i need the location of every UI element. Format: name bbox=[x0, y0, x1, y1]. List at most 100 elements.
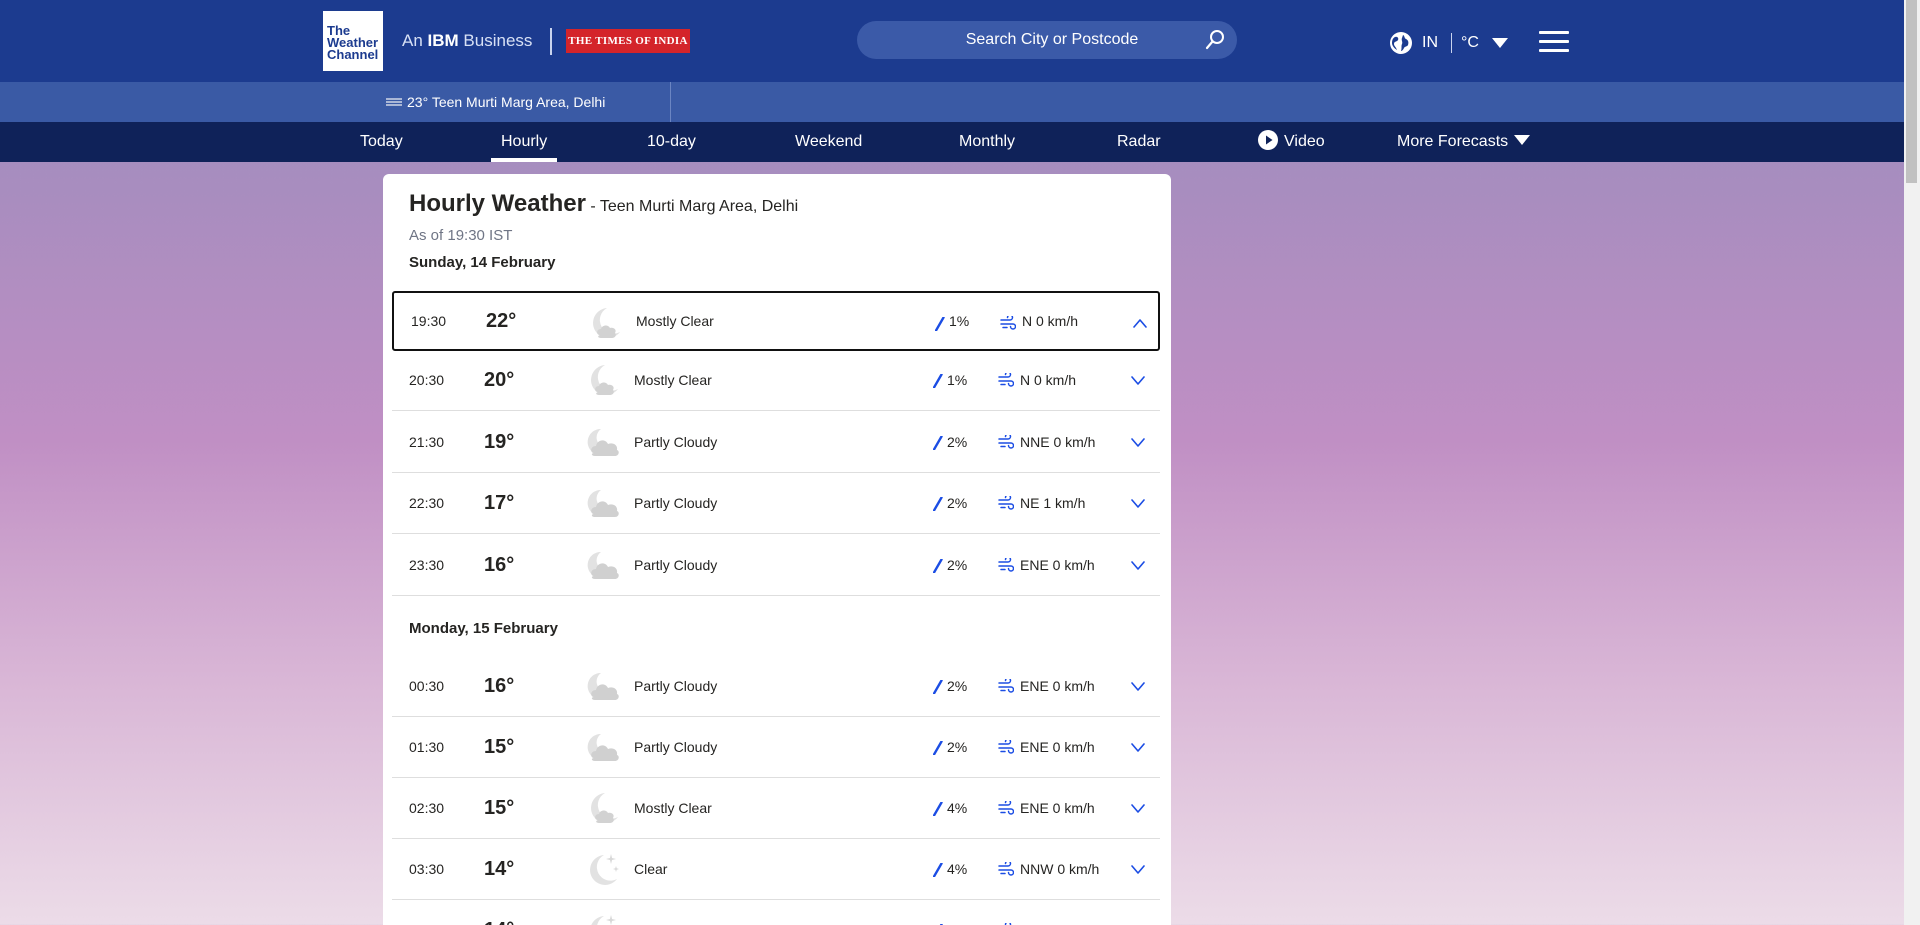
partly-cloudy-night-icon bbox=[587, 489, 619, 517]
raindrop-icon bbox=[933, 497, 943, 511]
mostly-clear-night-icon bbox=[593, 308, 620, 338]
scrollbar-thumb[interactable] bbox=[1906, 0, 1917, 183]
page-heading: Hourly Weather bbox=[409, 190, 586, 217]
hourly-row[interactable]: 03:30 14° Clear 4% NNW 0 km/h bbox=[392, 839, 1160, 900]
temperature-unit[interactable]: °C bbox=[1461, 34, 1479, 52]
row-condition: Mostly Clear bbox=[634, 372, 712, 388]
wind-icon bbox=[1000, 316, 1016, 330]
wind-icon bbox=[998, 801, 1014, 815]
row-temperature: 16° bbox=[484, 675, 515, 697]
wind-icon bbox=[998, 679, 1014, 693]
row-temperature: 19° bbox=[484, 431, 515, 453]
row-precipitation: 1% bbox=[947, 372, 968, 388]
wind-icon bbox=[998, 435, 1014, 449]
hourly-row[interactable]: 21:30 19° Partly Cloudy 2% NNE 0 km/h bbox=[392, 412, 1160, 473]
hourly-forecast-card: Hourly Weather - Teen Murti Marg Area, D… bbox=[383, 174, 1171, 925]
weather-channel-logo[interactable]: The Weather Channel bbox=[323, 11, 383, 71]
wind-icon bbox=[998, 496, 1014, 510]
row-precipitation: 4% bbox=[947, 861, 968, 877]
partly-cloudy-night-icon bbox=[587, 551, 619, 579]
wind-icon bbox=[998, 740, 1014, 754]
wind-icon bbox=[998, 558, 1014, 572]
nav-video-label: Video bbox=[1284, 133, 1325, 150]
partly-cloudy-night-icon bbox=[587, 733, 619, 761]
nav-radar[interactable]: Radar bbox=[1117, 122, 1161, 162]
hourly-row[interactable]: 22:30 17° Partly Cloudy 2% NE 1 km/h bbox=[392, 473, 1160, 534]
nav-today[interactable]: Today bbox=[360, 122, 403, 162]
row-condition: Clear bbox=[634, 861, 668, 877]
chevron-down-icon[interactable] bbox=[1130, 863, 1146, 875]
nav-monthly[interactable]: Monthly bbox=[959, 122, 1015, 162]
hourly-row[interactable]: 23:30 16° Partly Cloudy 2% ENE 0 km/h bbox=[392, 535, 1160, 596]
row-temperature: 15° bbox=[484, 797, 515, 819]
nav-10-day[interactable]: 10-day bbox=[647, 122, 696, 162]
chevron-down-icon[interactable] bbox=[1130, 802, 1146, 814]
row-time: 02:30 bbox=[409, 800, 445, 816]
chevron-down-icon[interactable] bbox=[1130, 680, 1146, 692]
raindrop-icon bbox=[933, 741, 943, 755]
globe-icon[interactable] bbox=[1389, 31, 1413, 55]
raindrop-icon bbox=[933, 863, 943, 877]
row-wind: ENE 0 km/h bbox=[1020, 800, 1095, 816]
row-time: 03:30 bbox=[409, 861, 445, 877]
times-of-india-logo[interactable]: THE TIMES OF INDIA bbox=[566, 29, 690, 53]
row-temperature: 16° bbox=[484, 554, 515, 576]
mostly-clear-night-icon bbox=[591, 365, 618, 395]
chevron-down-icon[interactable] bbox=[1130, 436, 1146, 448]
row-precipitation: 2% bbox=[947, 678, 968, 694]
chevron-down-icon[interactable] bbox=[1130, 497, 1146, 509]
hourly-row[interactable]: 02:30 15° Mostly Clear 4% ENE 0 km/h bbox=[392, 778, 1160, 839]
row-precipitation: 2% bbox=[947, 495, 968, 511]
hourly-row[interactable]: 01:30 15° Partly Cloudy 2% ENE 0 km/h bbox=[392, 717, 1160, 778]
recent-location-item[interactable]: 23° Teen Murti Marg Area, Delhi bbox=[368, 82, 671, 122]
hourly-row[interactable]: 20:30 20° Mostly Clear 1% N 0 km/h bbox=[392, 350, 1160, 411]
wind-icon bbox=[998, 373, 1014, 387]
search-icon[interactable] bbox=[1203, 28, 1227, 52]
row-precipitation: 5% bbox=[947, 900, 967, 925]
row-wind: NNW 0 km/h bbox=[1020, 900, 1099, 925]
hourly-row[interactable]: 00:30 16° Partly Cloudy 2% ENE 0 km/h bbox=[392, 656, 1160, 717]
hourly-row[interactable]: 19:30 22° Mostly Clear 1% N 0 km/h bbox=[392, 291, 1160, 351]
row-temperature: 20° bbox=[484, 369, 515, 391]
clear-night-icon bbox=[591, 915, 616, 925]
forecast-nav: Today Hourly 10-day Weekend Monthly Rada… bbox=[0, 122, 1904, 162]
row-precipitation: 1% bbox=[949, 313, 970, 329]
row-condition: Partly Cloudy bbox=[634, 495, 718, 511]
row-condition: Partly Cloudy bbox=[634, 678, 718, 694]
row-wind: N 0 km/h bbox=[1022, 313, 1079, 329]
country-selector[interactable]: IN bbox=[1422, 34, 1438, 52]
search-box[interactable] bbox=[857, 21, 1237, 59]
nav-more-label: More Forecasts bbox=[1397, 133, 1509, 150]
mostly-clear-night-icon bbox=[591, 793, 618, 823]
chevron-down-icon[interactable] bbox=[1130, 559, 1146, 571]
chevron-down-icon[interactable] bbox=[1130, 374, 1146, 386]
raindrop-icon bbox=[933, 436, 943, 450]
row-wind: NE 1 km/h bbox=[1020, 495, 1086, 511]
nav-hourly[interactable]: Hourly bbox=[490, 122, 558, 162]
row-precipitation: 2% bbox=[947, 739, 968, 755]
row-time: 01:30 bbox=[409, 739, 445, 755]
caret-down-icon[interactable] bbox=[1492, 38, 1508, 48]
hamburger-menu-icon[interactable] bbox=[1539, 31, 1569, 53]
raindrop-icon bbox=[933, 559, 943, 573]
caret-down-icon bbox=[1514, 135, 1531, 146]
row-temperature: 17° bbox=[484, 492, 515, 514]
chevron-up-icon[interactable] bbox=[1132, 317, 1148, 329]
recent-locations-bar: 23° Teen Murti Marg Area, Delhi bbox=[0, 82, 1904, 122]
row-condition: Partly Cloudy bbox=[634, 434, 718, 450]
nav-video[interactable]: Video bbox=[1258, 122, 1325, 162]
hourly-row[interactable]: 04:30 14° Clear 5% NNW 0 km/h bbox=[392, 900, 1160, 925]
search-input[interactable] bbox=[857, 21, 1197, 59]
row-temperature: 14° bbox=[484, 858, 515, 880]
fog-icon bbox=[386, 98, 402, 107]
row-wind: NNW 0 km/h bbox=[1020, 861, 1100, 877]
nav-weekend[interactable]: Weekend bbox=[795, 122, 862, 162]
nav-more-forecasts[interactable]: More Forecasts bbox=[1397, 122, 1531, 162]
row-wind: ENE 0 km/h bbox=[1020, 739, 1095, 755]
partly-cloudy-night-icon bbox=[587, 672, 619, 700]
as-of-timestamp: As of 19:30 IST bbox=[409, 227, 513, 244]
row-temperature: 15° bbox=[484, 736, 515, 758]
chevron-down-icon[interactable] bbox=[1130, 741, 1146, 753]
row-temperature: 14° bbox=[484, 900, 514, 925]
page-location: - Teen Murti Marg Area, Delhi bbox=[585, 198, 799, 215]
